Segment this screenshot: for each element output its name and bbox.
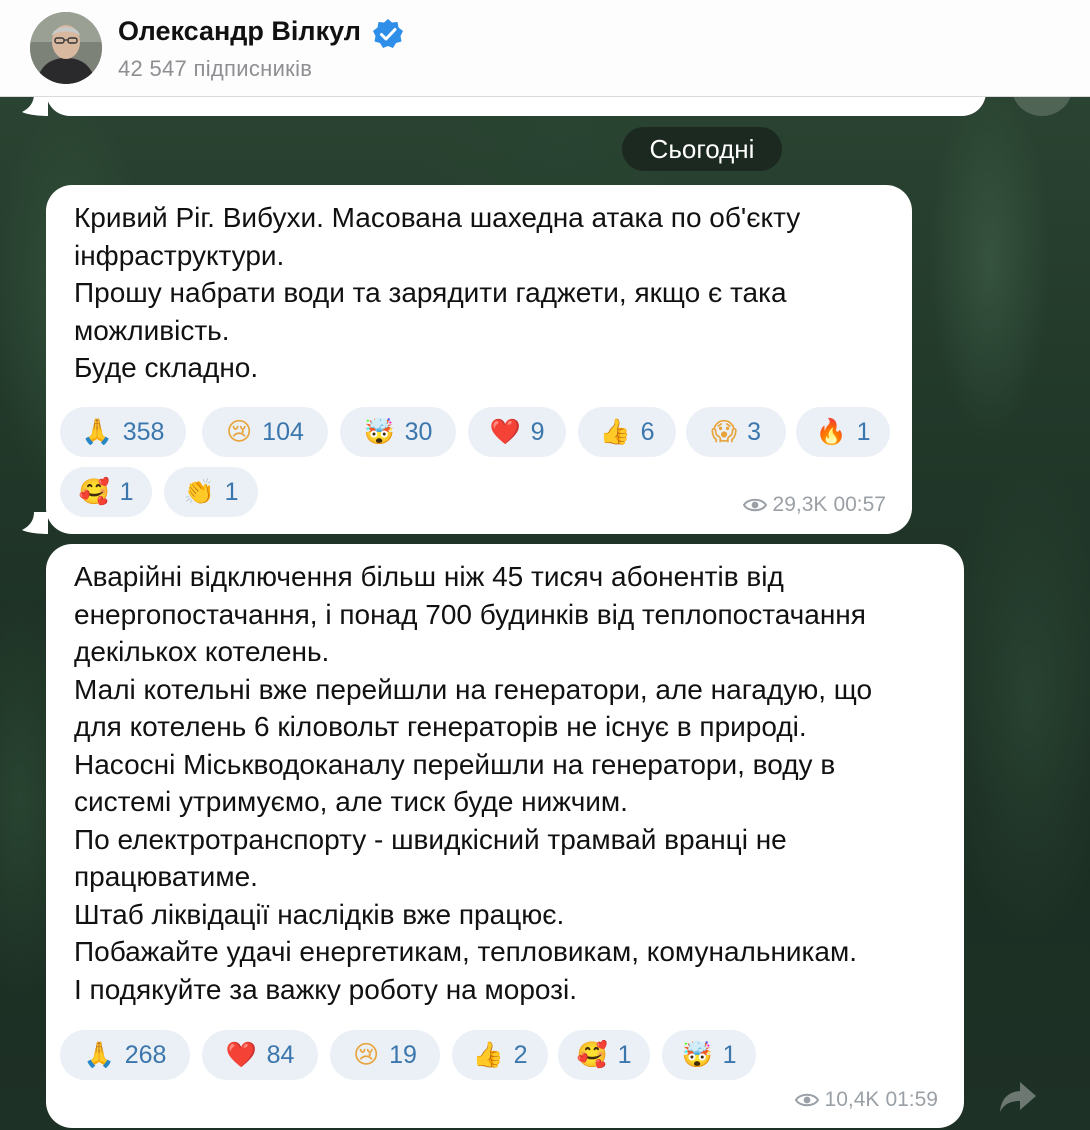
message-line: І подякуйте за важку роботу на морозі.: [74, 973, 578, 1005]
message-line: можливість.: [74, 314, 230, 346]
reaction-chip[interactable]: 🔥 1: [796, 407, 890, 457]
reaction-count: 9: [530, 417, 545, 446]
reaction-count: 1: [617, 1040, 632, 1069]
view-count: 10,4K: [824, 1088, 880, 1111]
reaction-count: 3: [747, 417, 761, 446]
channel-name[interactable]: Олександр Вілкул: [118, 16, 361, 47]
message-text: Аварійні відключення більш ніж 45 тисяч …: [74, 558, 944, 1008]
screaming-face-icon: 😱: [711, 417, 738, 446]
message-text: Кривий Ріг. Вибухи. Масована шахедна ата…: [74, 199, 892, 387]
reaction-count: 2: [513, 1040, 528, 1069]
reaction-chip[interactable]: 🥰 1: [60, 467, 152, 517]
message-line: енергопостачання, і понад 700 будинків в…: [74, 598, 866, 630]
message-meta: 29,3K 00:57: [742, 493, 886, 517]
reaction-chip[interactable]: 👍 6: [578, 407, 676, 457]
reaction-count: 1: [224, 477, 239, 506]
message-time: 00:57: [833, 493, 886, 516]
avatar[interactable]: [30, 12, 102, 84]
message-meta: 10,4K 01:59: [794, 1088, 938, 1112]
message-bubble[interactable]: Кривий Ріг. Вибухи. Масована шахедна ата…: [46, 185, 912, 534]
reaction-chip[interactable]: ❤️ 9: [468, 407, 566, 457]
view-count: 29,3K: [772, 493, 828, 516]
message-line: системі утримуємо, але тиск буде нижчим.: [74, 786, 628, 817]
red-heart-icon: ❤️: [489, 417, 521, 446]
message-line: Малі котельні вже перейшли на генератори…: [74, 673, 873, 705]
smiling-face-hearts-icon: 🥰: [576, 1040, 608, 1069]
reaction-count: 1: [722, 1040, 737, 1069]
reaction-count: 104: [262, 417, 304, 446]
message-line: Насосні Міськводоканалу перейшли на гене…: [74, 748, 836, 780]
reaction-chip[interactable]: 🤯 1: [662, 1030, 756, 1080]
reaction-chip[interactable]: 🤯 30: [340, 407, 456, 457]
reaction-count: 268: [124, 1040, 167, 1069]
reaction-count: 1: [856, 417, 871, 446]
message-line: Побажайте удачі енергетикам, тепловикам,…: [74, 936, 858, 967]
bubble-tail: [22, 94, 48, 116]
message-line: інфраструктури.: [74, 239, 285, 271]
reaction-count: 1: [119, 477, 134, 506]
folded-hands-icon: 🙏: [83, 1040, 115, 1069]
crying-face-icon: 😢: [353, 1040, 380, 1069]
reaction-chip[interactable]: 😢 19: [330, 1030, 440, 1080]
thumbs-up-icon: 👍: [599, 417, 631, 446]
crying-face-icon: 😢: [226, 417, 253, 446]
reaction-chip[interactable]: 😱 3: [686, 407, 786, 457]
message-line: Буде складно.: [74, 352, 259, 383]
thumbs-up-icon: 👍: [472, 1040, 504, 1069]
exploding-head-icon: 🤯: [681, 1040, 713, 1069]
reaction-chip[interactable]: 🙏 268: [60, 1030, 190, 1080]
message-time: 01:59: [885, 1088, 938, 1111]
message-line: декількох котелень.: [74, 636, 330, 667]
reaction-chip[interactable]: 🥰 1: [558, 1030, 650, 1080]
message-line: працюватиме.: [74, 861, 258, 892]
message-line: для котелень 6 кіловольт генераторів не …: [74, 711, 807, 742]
reaction-count: 84: [266, 1040, 295, 1069]
eye-icon: [742, 498, 767, 512]
message-bubble[interactable]: Аварійні відключення більш ніж 45 тисяч …: [46, 544, 964, 1128]
reaction-chip[interactable]: ❤️ 84: [202, 1030, 318, 1080]
message-line: По електротранспорту - швидкісний трамва…: [74, 823, 787, 855]
smiling-face-hearts-icon: 🥰: [78, 477, 110, 506]
channel-header[interactable]: Олександр Вілкул 42 547 підписників: [0, 0, 1090, 97]
message-line: Аварійні відключення більш ніж 45 тисяч …: [74, 561, 784, 592]
reaction-chip[interactable]: 👏 1: [164, 467, 258, 517]
exploding-head-icon: 🤯: [363, 417, 395, 446]
folded-hands-icon: 🙏: [81, 417, 113, 446]
reaction-count: 19: [389, 1040, 417, 1069]
share-icon[interactable]: [998, 1080, 1038, 1114]
reaction-chip[interactable]: 👍 2: [452, 1030, 548, 1080]
reaction-count: 30: [404, 417, 433, 446]
eye-icon: [794, 1093, 819, 1107]
reaction-count: 6: [640, 417, 655, 446]
reaction-count: 358: [122, 417, 165, 446]
subscriber-count: 42 547 підписників: [118, 56, 313, 81]
message-line: Кривий Ріг. Вибухи. Масована шахедна ата…: [74, 202, 801, 233]
fire-icon: 🔥: [815, 417, 847, 446]
reaction-chip[interactable]: 🙏 358: [60, 407, 186, 457]
message-line: Прошу набрати води та зарядити гаджети, …: [74, 277, 787, 308]
clapping-hands-icon: 👏: [183, 477, 215, 506]
date-divider: Сьогодні: [622, 127, 782, 171]
bubble-tail: [22, 512, 48, 534]
message-line: Штаб ліквідації наслідків вже працює.: [74, 898, 565, 930]
red-heart-icon: ❤️: [225, 1040, 257, 1069]
reaction-chip[interactable]: 😢 104: [202, 407, 328, 457]
verified-badge-icon: [373, 19, 403, 48]
